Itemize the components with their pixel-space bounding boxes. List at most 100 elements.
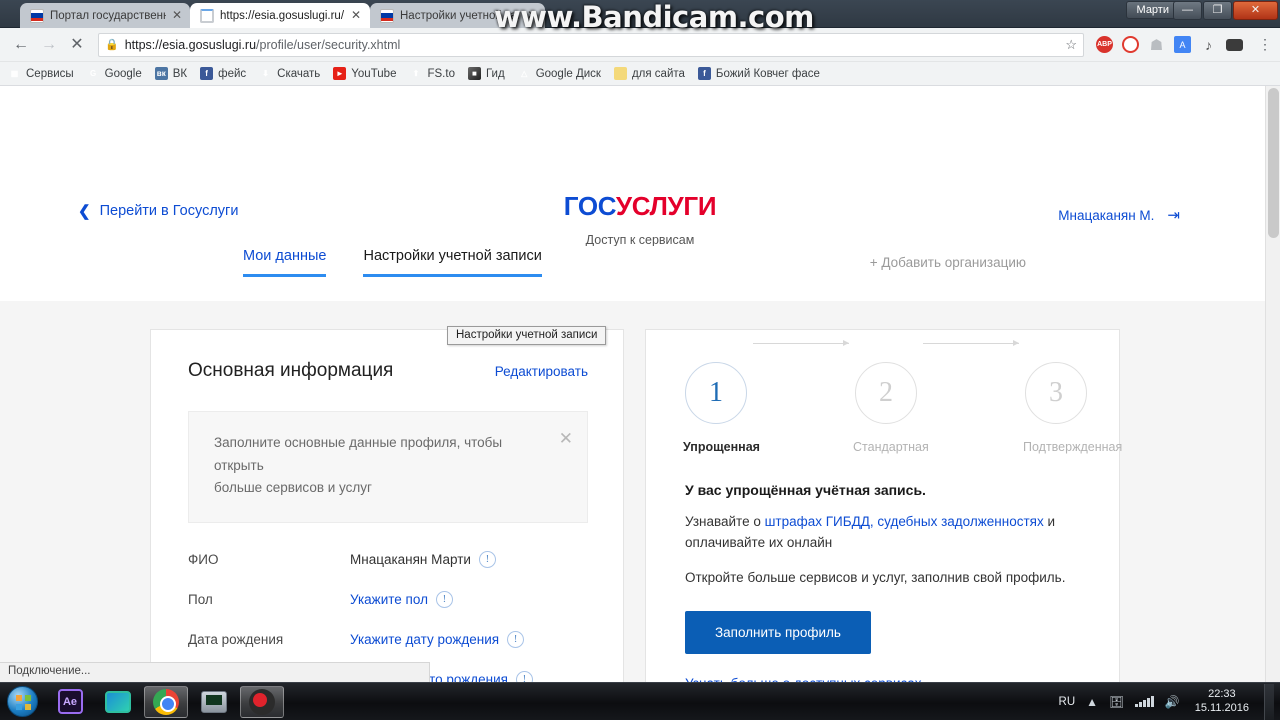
bookmark-google[interactable]: G Google bbox=[87, 67, 142, 80]
mask-icon[interactable] bbox=[1226, 38, 1243, 51]
tab-account-settings[interactable]: Настройки учетной записи bbox=[363, 248, 542, 277]
add-organization-button[interactable]: + Добавить организацию bbox=[870, 255, 1026, 270]
language-indicator[interactable]: RU bbox=[1059, 696, 1076, 708]
youtube-icon: ► bbox=[333, 67, 347, 80]
fines-link[interactable]: штрафах ГИБДД, судебных задолженностях bbox=[765, 514, 1044, 529]
scrollbar-thumb[interactable] bbox=[1268, 88, 1279, 238]
action-center-icon[interactable]: 🗄 bbox=[1109, 695, 1124, 709]
account-level-steps: 1 Упрощенная 2 Стандартная 3 Подтвержден… bbox=[683, 340, 1122, 454]
window-controls: — ❐ ✕ bbox=[1172, 0, 1278, 21]
taskbar-clock[interactable]: 22:33 15.11.2016 bbox=[1191, 688, 1253, 716]
start-button[interactable] bbox=[0, 684, 44, 720]
stop-button[interactable]: ✕ bbox=[64, 32, 90, 58]
step-circle: 1 bbox=[685, 362, 747, 424]
chrome-menu-icon[interactable]: ⋮ bbox=[1258, 36, 1272, 53]
bookmark-folder[interactable]: для сайта bbox=[613, 67, 685, 80]
signal-bars-icon[interactable] bbox=[1135, 696, 1154, 707]
paragraph-pre: Узнавайте о bbox=[685, 514, 765, 529]
field-value[interactable]: Укажите дату рождения ! bbox=[350, 631, 525, 649]
fill-profile-notice: Заполните основные данные профиля, чтобы… bbox=[188, 411, 588, 524]
clock-date: 15.11.2016 bbox=[1194, 701, 1249, 714]
bandicam-watermark: www.Bandicam.com bbox=[494, 0, 814, 34]
bookmark-ark[interactable]: f Божий Ковчег фасе bbox=[697, 67, 820, 80]
browser-tab-1[interactable]: https://esia.gosuslugi.ru/ ✕ bbox=[190, 3, 370, 28]
step-1: 1 Упрощенная bbox=[683, 362, 760, 454]
music-note-icon[interactable]: ♪ bbox=[1200, 36, 1217, 53]
maximize-button[interactable]: ❐ bbox=[1203, 1, 1232, 20]
browser-status-bar: Подключение... bbox=[0, 662, 430, 682]
start-orb-icon bbox=[6, 686, 38, 717]
step-3: 3 Подтвержденная bbox=[1023, 362, 1122, 454]
page-content: Основная информация Редактировать Заполн… bbox=[0, 301, 1280, 682]
bookmark-label: Скачать bbox=[277, 67, 321, 80]
field-value-link[interactable]: Укажите дату рождения bbox=[350, 632, 499, 647]
opera-vpn-icon[interactable] bbox=[1122, 36, 1139, 53]
taskbar-item-mail[interactable] bbox=[96, 686, 140, 718]
step-circle: 3 bbox=[1025, 362, 1087, 424]
taskbar-item-remote-desktop[interactable] bbox=[192, 686, 236, 718]
shield-icon[interactable]: ☗ bbox=[1148, 36, 1165, 54]
basic-info-card: Основная информация Редактировать Заполн… bbox=[150, 329, 624, 682]
tab-my-data[interactable]: Мои данные bbox=[243, 248, 327, 277]
google-drive-icon: △ bbox=[521, 69, 528, 78]
bookmark-youtube[interactable]: ► YouTube bbox=[333, 67, 396, 80]
bandicam-icon bbox=[249, 688, 275, 715]
step-label: Стандартная bbox=[853, 440, 929, 454]
bookmark-fsto[interactable]: ⬆ FS.to bbox=[409, 67, 455, 80]
bookmark-google-drive[interactable]: △ Google Диск bbox=[518, 67, 601, 80]
field-label: Пол bbox=[188, 592, 213, 608]
warning-icon: ! bbox=[507, 631, 525, 649]
step-circle: 2 bbox=[855, 362, 917, 424]
close-icon[interactable]: ✕ bbox=[170, 8, 184, 23]
notice-line-2: больше сервисов и услуг bbox=[214, 480, 372, 496]
logout-icon[interactable]: ⇥ bbox=[1167, 206, 1180, 224]
bookmark-label: YouTube bbox=[351, 67, 397, 80]
tab-tooltip: Настройки учетной записи bbox=[447, 326, 607, 345]
bookmark-apps[interactable]: ▦ Сервисы bbox=[8, 67, 74, 80]
warning-icon: ! bbox=[478, 551, 496, 569]
bookmark-vk[interactable]: вк ВК bbox=[154, 67, 187, 80]
logo-part-uslugi: УСЛУГИ bbox=[615, 191, 717, 221]
bookmark-label: Сервисы bbox=[26, 67, 74, 80]
step-2: 2 Стандартная bbox=[853, 362, 929, 454]
show-desktop-button[interactable] bbox=[1264, 683, 1274, 720]
taskbar-item-bandicam[interactable] bbox=[240, 685, 284, 718]
field-value: Мнацаканян Марти ! bbox=[350, 551, 496, 569]
bookmark-label: FS.to bbox=[427, 67, 455, 80]
step-label: Упрощенная bbox=[683, 440, 760, 454]
arrow-icon bbox=[923, 340, 1019, 346]
edit-link[interactable]: Редактировать bbox=[495, 364, 588, 379]
guide-icon: ■ bbox=[467, 67, 481, 80]
translate-icon[interactable]: A bbox=[1174, 36, 1191, 53]
adblock-plus-icon[interactable]: ABP bbox=[1096, 36, 1113, 53]
close-icon[interactable]: ✕ bbox=[349, 8, 363, 23]
page-scrollbar[interactable] bbox=[1265, 86, 1280, 682]
volume-icon[interactable]: 🔊 bbox=[1165, 695, 1180, 709]
field-value-link[interactable]: Укажите пол bbox=[350, 592, 428, 607]
close-button[interactable]: ✕ bbox=[1233, 1, 1278, 20]
bookmark-star-icon[interactable]: ☆ bbox=[1065, 37, 1077, 53]
forward-button[interactable]: → bbox=[36, 32, 62, 58]
fill-profile-button[interactable]: Заполнить профиль bbox=[685, 610, 871, 654]
field-value[interactable]: Укажите пол ! bbox=[350, 591, 453, 609]
bookmark-label: фейс bbox=[218, 67, 247, 80]
show-hidden-icons-button[interactable]: ▲ bbox=[1086, 695, 1098, 709]
back-button[interactable]: ← bbox=[8, 32, 34, 58]
field-row: Дата рождения Укажите дату рождения ! bbox=[188, 631, 588, 649]
address-bar[interactable]: 🔒 https://esia.gosuslugi.ru /profile/use… bbox=[98, 32, 1084, 57]
close-icon[interactable]: ✕ bbox=[559, 430, 573, 447]
account-area[interactable]: Мнацаканян М. ⇥ bbox=[1058, 206, 1180, 224]
download-icon: ⬇ bbox=[262, 69, 269, 78]
bookmark-facebook[interactable]: f фейс bbox=[200, 67, 246, 80]
after-effects-icon: Ae bbox=[57, 689, 83, 714]
card-header: Основная информация Редактировать bbox=[188, 360, 588, 382]
gosuslugi-page: ❮ Перейти в Госуслуги ГОСУСЛУГИ Доступ к… bbox=[0, 86, 1280, 682]
browser-tab-0[interactable]: Портал государственны ✕ bbox=[20, 3, 190, 28]
taskbar-item-after-effects[interactable]: Ae bbox=[48, 686, 92, 718]
facebook-icon: f bbox=[200, 67, 214, 80]
taskbar-item-chrome[interactable] bbox=[144, 685, 188, 718]
bookmark-gid[interactable]: ■ Гид bbox=[467, 67, 505, 80]
bookmark-download[interactable]: ⬇ Скачать bbox=[259, 67, 320, 80]
mail-icon bbox=[105, 690, 131, 713]
minimize-button[interactable]: — bbox=[1173, 1, 1202, 20]
